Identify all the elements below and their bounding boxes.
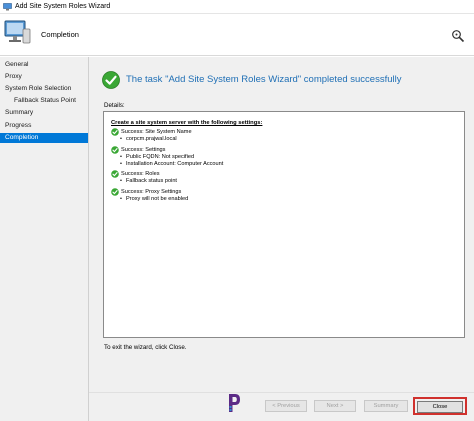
wizard-header: Completion (0, 14, 474, 56)
help-icon[interactable] (451, 29, 465, 43)
completion-message: The task "Add Site System Roles Wizard" … (126, 74, 402, 85)
result-detail: Installation Account: Computer Account (120, 161, 223, 167)
result-title-proxy-settings: Success: Proxy Settings (121, 189, 182, 195)
page-title: Completion (41, 30, 79, 39)
previous-button[interactable]: < Previous (265, 400, 307, 412)
result-detail: corpcm.prajwal.local (120, 136, 177, 142)
exit-instructions: To exit the wizard, click Close. (104, 344, 187, 351)
sidebar-item-general[interactable]: General (0, 60, 88, 70)
title-bar: Add Site System Roles Wizard (0, 0, 474, 14)
result-detail: Public FQDN: Not specified (120, 154, 194, 160)
check-circle-icon (111, 146, 119, 154)
check-circle-icon (111, 188, 119, 196)
next-button[interactable]: Next > (314, 400, 356, 412)
wizard-app-icon (3, 2, 12, 10)
check-circle-icon (111, 128, 119, 136)
prajwal-logo-icon (229, 394, 240, 412)
sidebar-item-summary[interactable]: Summary (0, 108, 88, 118)
sidebar-item-completion[interactable]: Completion (0, 133, 88, 143)
result-title-site-system-name: Success: Site System Name (121, 129, 192, 135)
details-label: Details: (104, 102, 125, 109)
summary-button[interactable]: Summary (364, 400, 408, 412)
result-title-settings: Success: Settings (121, 147, 166, 153)
result-detail: Fallback status point (120, 178, 177, 184)
result-detail: Proxy will not be enabled (120, 196, 188, 202)
sidebar-item-fallback-status-point[interactable]: Fallback Status Point (0, 96, 88, 106)
check-circle-icon (111, 170, 119, 178)
computer-wizard-icon (4, 20, 31, 44)
sidebar-item-proxy[interactable]: Proxy (0, 72, 88, 82)
sidebar-item-system-role-selection[interactable]: System Role Selection (0, 84, 88, 94)
details-box[interactable] (103, 111, 465, 338)
details-heading: Create a site system server with the fol… (111, 120, 263, 126)
sidebar-item-progress[interactable]: Progress (0, 121, 88, 131)
close-button[interactable]: Close (417, 401, 463, 413)
result-title-roles: Success: Roles (121, 171, 160, 177)
check-circle-icon (102, 71, 120, 89)
window-title: Add Site System Roles Wizard (15, 3, 111, 10)
wizard-steps-sidebar: General Proxy System Role Selection Fall… (0, 57, 89, 421)
